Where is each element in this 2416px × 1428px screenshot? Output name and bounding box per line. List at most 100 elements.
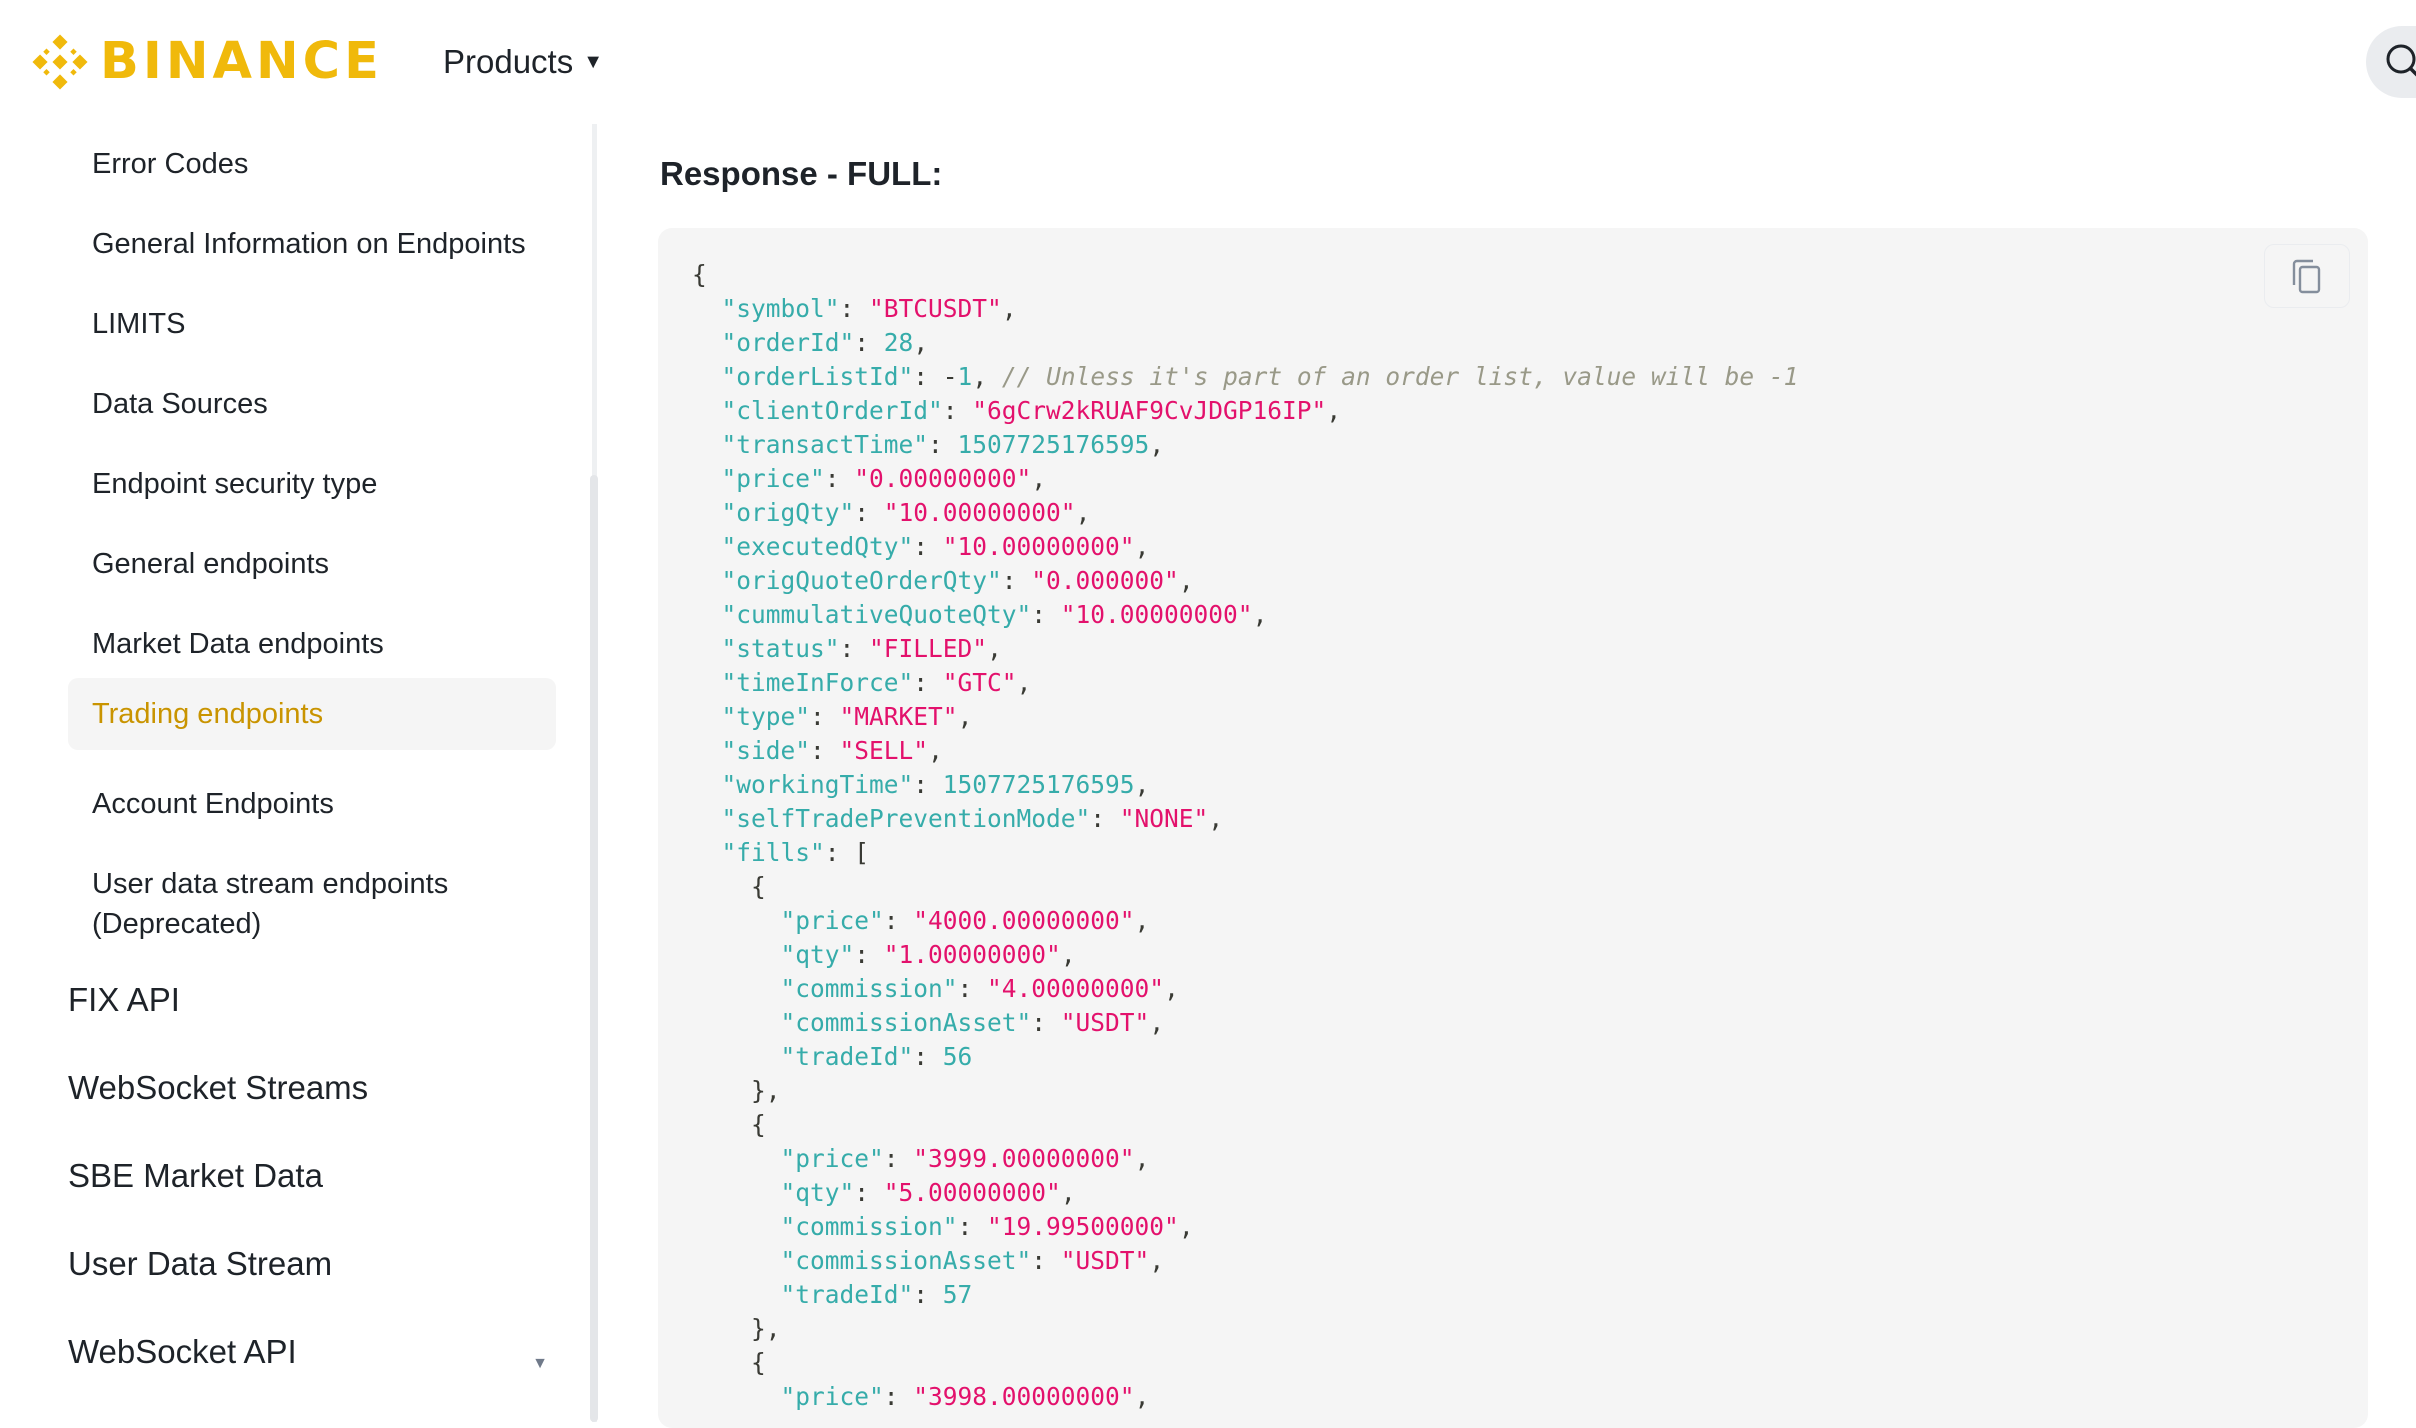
code-token: "tradeId" <box>781 1280 914 1309</box>
sidebar-section-fix-api[interactable]: FIX API <box>68 978 558 1022</box>
code-line: { <box>692 258 1798 292</box>
code-line: "type": "MARKET", <box>692 700 1798 734</box>
code-token: "price" <box>781 906 884 935</box>
sidebar-section-user-data-stream[interactable]: User Data Stream <box>68 1242 558 1286</box>
code-token: 1 <box>958 362 973 391</box>
code-token: : <box>958 974 988 1003</box>
code-token: : <box>913 1280 943 1309</box>
code-token: "type" <box>722 702 811 731</box>
copy-icon <box>2291 259 2323 295</box>
code-token: , <box>913 328 928 357</box>
code-token <box>692 1246 781 1275</box>
code-token: "4000.00000000" <box>913 906 1134 935</box>
code-token: , <box>1076 498 1091 527</box>
code-token: "status" <box>722 634 840 663</box>
products-menu[interactable]: Products ▼ <box>443 38 603 86</box>
sidebar-item-account-endpoints[interactable]: Account Endpoints <box>68 776 556 832</box>
sidebar-section-sbe-market-data[interactable]: SBE Market Data <box>68 1154 558 1198</box>
code-line: { <box>692 1346 1798 1380</box>
code-token <box>692 1144 781 1173</box>
code-line: "qty": "5.00000000", <box>692 1176 1798 1210</box>
code-token: , <box>1149 1008 1164 1037</box>
code-line: "status": "FILLED", <box>692 632 1798 666</box>
code-token: "1.00000000" <box>884 940 1061 969</box>
code-token: "commissionAsset" <box>781 1008 1032 1037</box>
sidebar-scrollbar-thumb[interactable] <box>590 475 598 1422</box>
sidebar-section-websocket-api[interactable]: WebSocket API ▼ <box>68 1330 558 1374</box>
sidebar-item-data-sources[interactable]: Data Sources <box>68 376 556 432</box>
top-nav: BINANCE Products ▼ <box>0 0 2416 124</box>
code-token: "side" <box>722 736 811 765</box>
code-line: "tradeId": 57 <box>692 1278 1798 1312</box>
code-token: "price" <box>781 1382 884 1411</box>
code-line: { <box>692 1108 1798 1142</box>
code-token: : <box>884 1382 914 1411</box>
code-token: "workingTime" <box>722 770 914 799</box>
code-token: : <box>840 634 870 663</box>
code-token: : <box>884 906 914 935</box>
sidebar-item-trading-endpoints[interactable]: Trading endpoints <box>68 678 556 750</box>
code-line: "side": "SELL", <box>692 734 1798 768</box>
code-token: "10.00000000" <box>884 498 1076 527</box>
code-token: "fills" <box>722 838 825 867</box>
code-token: , <box>928 736 943 765</box>
code-token: : <box>854 328 884 357</box>
code-token: "3999.00000000" <box>913 1144 1134 1173</box>
code-token: : <box>943 396 973 425</box>
code-token: : [ <box>825 838 869 867</box>
code-token: "transactTime" <box>722 430 929 459</box>
code-token: : <box>1031 600 1061 629</box>
docs-sidebar: Error Codes General Information on Endpo… <box>0 124 592 1422</box>
code-token <box>692 532 722 561</box>
sidebar-section-websocket-streams[interactable]: WebSocket Streams <box>68 1066 558 1110</box>
code-token: "SELL" <box>840 736 929 765</box>
sidebar-item-error-codes[interactable]: Error Codes <box>68 136 556 192</box>
code-token: "origQty" <box>722 498 855 527</box>
code-token: "orderListId" <box>722 362 914 391</box>
code-token: , <box>958 702 973 731</box>
code-token: "0.00000000" <box>854 464 1031 493</box>
code-token: { <box>692 260 707 289</box>
code-token: , <box>1135 1382 1150 1411</box>
code-token: : <box>884 1144 914 1173</box>
code-token: : <box>810 736 840 765</box>
sidebar-item-general-information[interactable]: General Information on Endpoints <box>68 216 556 272</box>
code-token: , <box>1061 940 1076 969</box>
code-line: "timeInForce": "GTC", <box>692 666 1798 700</box>
search-button[interactable] <box>2366 26 2416 98</box>
code-token: 28 <box>884 328 914 357</box>
code-token <box>692 702 722 731</box>
code-token: { <box>692 1110 766 1139</box>
sidebar-item-limits[interactable]: LIMITS <box>68 296 556 352</box>
binance-logo[interactable]: BINANCE <box>26 28 383 96</box>
code-token: "10.00000000" <box>1061 600 1253 629</box>
sidebar-item-general-endpoints[interactable]: General endpoints <box>68 536 556 592</box>
code-token <box>692 498 722 527</box>
section-label: User Data Stream <box>68 1245 332 1282</box>
code-block: { "symbol": "BTCUSDT", "orderId": 28, "o… <box>658 228 2368 1428</box>
sidebar-item-endpoint-security-type[interactable]: Endpoint security type <box>68 456 556 512</box>
code-token <box>692 804 722 833</box>
code-token: : <box>1031 1246 1061 1275</box>
sidebar-item-market-data-endpoints[interactable]: Market Data endpoints <box>68 616 556 672</box>
code-line: "fills": [ <box>692 836 1798 870</box>
code-token: "clientOrderId" <box>722 396 943 425</box>
code-token: , <box>1149 430 1164 459</box>
code-token: 1507725176595 <box>943 770 1135 799</box>
code-token <box>692 328 722 357</box>
section-label: WebSocket API <box>68 1333 297 1370</box>
code-token: : <box>1031 1008 1061 1037</box>
code-token: "commission" <box>781 974 958 1003</box>
code-token: "symbol" <box>722 294 840 323</box>
code-token: , <box>1017 668 1032 697</box>
code-token: "cummulativeQuoteQty" <box>722 600 1032 629</box>
search-icon <box>2384 42 2416 82</box>
copy-code-button[interactable] <box>2264 244 2350 308</box>
sidebar-item-user-data-stream-endpoints[interactable]: User data stream endpoints (Deprecated) <box>68 856 556 950</box>
code-token: "BTCUSDT" <box>869 294 1002 323</box>
code-token: "USDT" <box>1061 1246 1150 1275</box>
code-token <box>692 1008 781 1037</box>
code-token: "qty" <box>781 940 855 969</box>
caret-down-icon: ▼ <box>583 38 603 86</box>
code-line: "tradeId": 56 <box>692 1040 1798 1074</box>
